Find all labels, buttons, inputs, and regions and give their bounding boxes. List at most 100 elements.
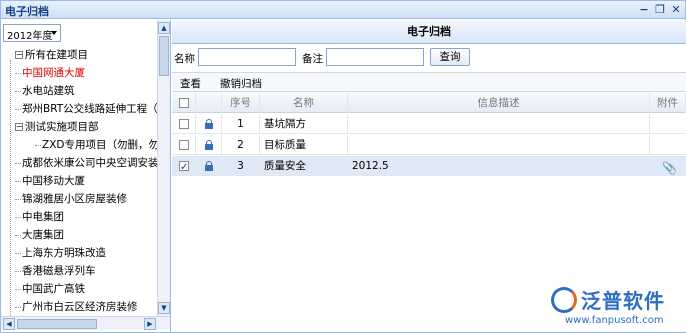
tree-node-label: 郑州BRT公交线路延伸工程（7: [22, 103, 157, 115]
row-description: [348, 114, 650, 134]
tree-expander-icon[interactable]: −: [15, 123, 23, 131]
tree-connector: [15, 108, 21, 110]
row-name: 质量安全: [260, 156, 348, 176]
chevron-down-icon: [51, 31, 57, 35]
search-form: 名称 备注 查询: [172, 44, 686, 70]
row-attachment: [650, 135, 686, 155]
maximize-icon[interactable]: ❐: [655, 2, 665, 18]
tree-node[interactable]: 中国移动大厦: [15, 172, 85, 190]
brand-name: 泛普软件: [581, 289, 665, 313]
tree-node-label: 中国网通大厦: [22, 67, 85, 79]
tree-connector: [15, 216, 21, 218]
row-number: 2: [222, 135, 260, 155]
row-checkbox[interactable]: [179, 158, 189, 176]
column-header: 名称: [260, 93, 348, 113]
scroll-up-icon[interactable]: ▲: [158, 22, 170, 34]
paperclip-icon[interactable]: 📎: [662, 158, 677, 176]
tree-connector: [15, 270, 21, 272]
tree-node[interactable]: 大唐集团: [15, 226, 64, 244]
tree-node[interactable]: 中国网通大厦: [15, 64, 85, 82]
tree-node-label: 中电集团: [22, 211, 64, 223]
brand-logo-icon: [551, 287, 577, 313]
row-description: 2012.5: [348, 156, 650, 176]
lock-icon: [205, 161, 213, 171]
name-input[interactable]: [198, 48, 296, 66]
column-header: [196, 93, 222, 113]
tree-node-label: 香港磁悬浮列车: [22, 265, 96, 277]
window-title: 电子归档: [5, 5, 49, 18]
tree-node-label: ZXD专用项目（勿删，勿动: [42, 139, 157, 151]
archive-window: 电子归档 − ❐ ✕ 2012年度 − 所有在建项目 中国网通大厦 水电站建筑 郑州BR…: [0, 0, 686, 333]
tree-connector: [15, 306, 21, 308]
scroll-left-icon[interactable]: ◀: [3, 318, 15, 330]
select-all-checkbox[interactable]: [179, 98, 189, 108]
tree-node[interactable]: 中电集团: [15, 208, 64, 226]
panel-title: 电子归档: [172, 20, 686, 44]
tree-node[interactable]: − 测试实施项目部: [15, 118, 99, 136]
tree-node-label: 水电站建筑: [22, 85, 75, 97]
tree-node[interactable]: 郑州BRT公交线路延伸工程（7: [15, 100, 157, 118]
row-number: 3: [222, 156, 260, 176]
tree-node[interactable]: 水电站建筑: [15, 82, 75, 100]
undo-archive-button[interactable]: 撤销归档: [214, 75, 268, 92]
tree-node-label: 上海东方明珠改造: [22, 247, 106, 259]
tree-node-label: 成都依米康公司中央空调安装: [22, 157, 157, 169]
tree-node[interactable]: 中国武广高铁: [15, 280, 85, 298]
view-button[interactable]: 查看: [174, 75, 207, 92]
row-checkbox[interactable]: [179, 119, 189, 129]
window-titlebar: 电子归档 − ❐ ✕: [1, 1, 685, 19]
scroll-thumb-horizontal[interactable]: [17, 319, 97, 329]
tree-vertical-scrollbar[interactable]: ▲ ▼: [157, 20, 170, 316]
row-name: 目标质量: [260, 135, 348, 155]
column-header: [172, 93, 196, 113]
tree-node[interactable]: 上海东方明珠改造: [15, 244, 106, 262]
tree-connector: [15, 180, 21, 182]
row-checkbox-cell: [172, 114, 196, 134]
column-header: 序号: [222, 93, 260, 113]
tree-connector: [15, 198, 21, 200]
project-tree-panel: 2012年度 − 所有在建项目 中国网通大厦 水电站建筑 郑州BRT公交线路延伸工程（7…: [1, 20, 171, 332]
tree-node-label: 大唐集团: [22, 229, 64, 241]
tree-guide-line: [10, 60, 11, 316]
tree-node[interactable]: 香港磁悬浮列车: [15, 262, 96, 280]
tree-node-label: 所有在建项目: [25, 49, 88, 61]
scroll-thumb[interactable]: [159, 36, 169, 76]
lock-cell: [196, 114, 222, 134]
column-header: 信息描述: [348, 93, 650, 113]
table-row[interactable]: 3质量安全2012.5 📎: [172, 156, 686, 176]
tree-node[interactable]: 锦湖雅居小区房屋装修: [15, 190, 127, 208]
tree-connector: [35, 144, 41, 146]
query-button[interactable]: 查询: [430, 48, 470, 66]
tree-expander-icon[interactable]: −: [15, 51, 23, 59]
row-attachment: [650, 114, 686, 134]
close-icon[interactable]: ✕: [671, 2, 681, 18]
tree-node[interactable]: 成都依米康公司中央空调安装: [15, 154, 157, 172]
tree-connector: [15, 72, 21, 74]
tree-node[interactable]: ZXD专用项目（勿删，勿动: [35, 136, 157, 154]
row-checkbox-cell: [172, 156, 196, 176]
minimize-icon[interactable]: −: [639, 2, 649, 18]
remark-label: 备注: [302, 53, 323, 65]
tree-horizontal-scrollbar[interactable]: ◀ ▶: [1, 316, 170, 330]
year-select[interactable]: 2012年度: [3, 24, 61, 42]
tree-node-label: 广州市白云区经济房装修: [22, 301, 138, 313]
tree-node[interactable]: 广州市白云区经济房装修: [15, 298, 138, 316]
remark-input[interactable]: [326, 48, 424, 66]
tree-connector: [15, 234, 21, 236]
table-row[interactable]: 1 基坑隔方: [172, 114, 686, 134]
row-description: [348, 135, 650, 155]
brand-url: www.fanpusoft.com: [565, 315, 664, 326]
scroll-down-icon[interactable]: ▼: [158, 302, 170, 314]
row-attachment: 📎: [650, 156, 686, 176]
row-checkbox[interactable]: [179, 140, 189, 150]
table-row[interactable]: 2 目标质量: [172, 135, 686, 155]
tree-node-label: 测试实施项目部: [25, 121, 99, 133]
project-tree: − 所有在建项目 中国网通大厦 水电站建筑 郑州BRT公交线路延伸工程（7− 测试实施项目…: [1, 46, 157, 316]
column-header: 附件: [650, 93, 686, 113]
tree-connector: [15, 90, 21, 92]
tree-node[interactable]: − 所有在建项目: [15, 46, 88, 64]
window-controls: − ❐ ✕: [639, 2, 681, 18]
tree-node-label: 锦湖雅居小区房屋装修: [22, 193, 127, 205]
scroll-right-icon[interactable]: ▶: [144, 318, 156, 330]
tree-connector: [15, 288, 21, 290]
